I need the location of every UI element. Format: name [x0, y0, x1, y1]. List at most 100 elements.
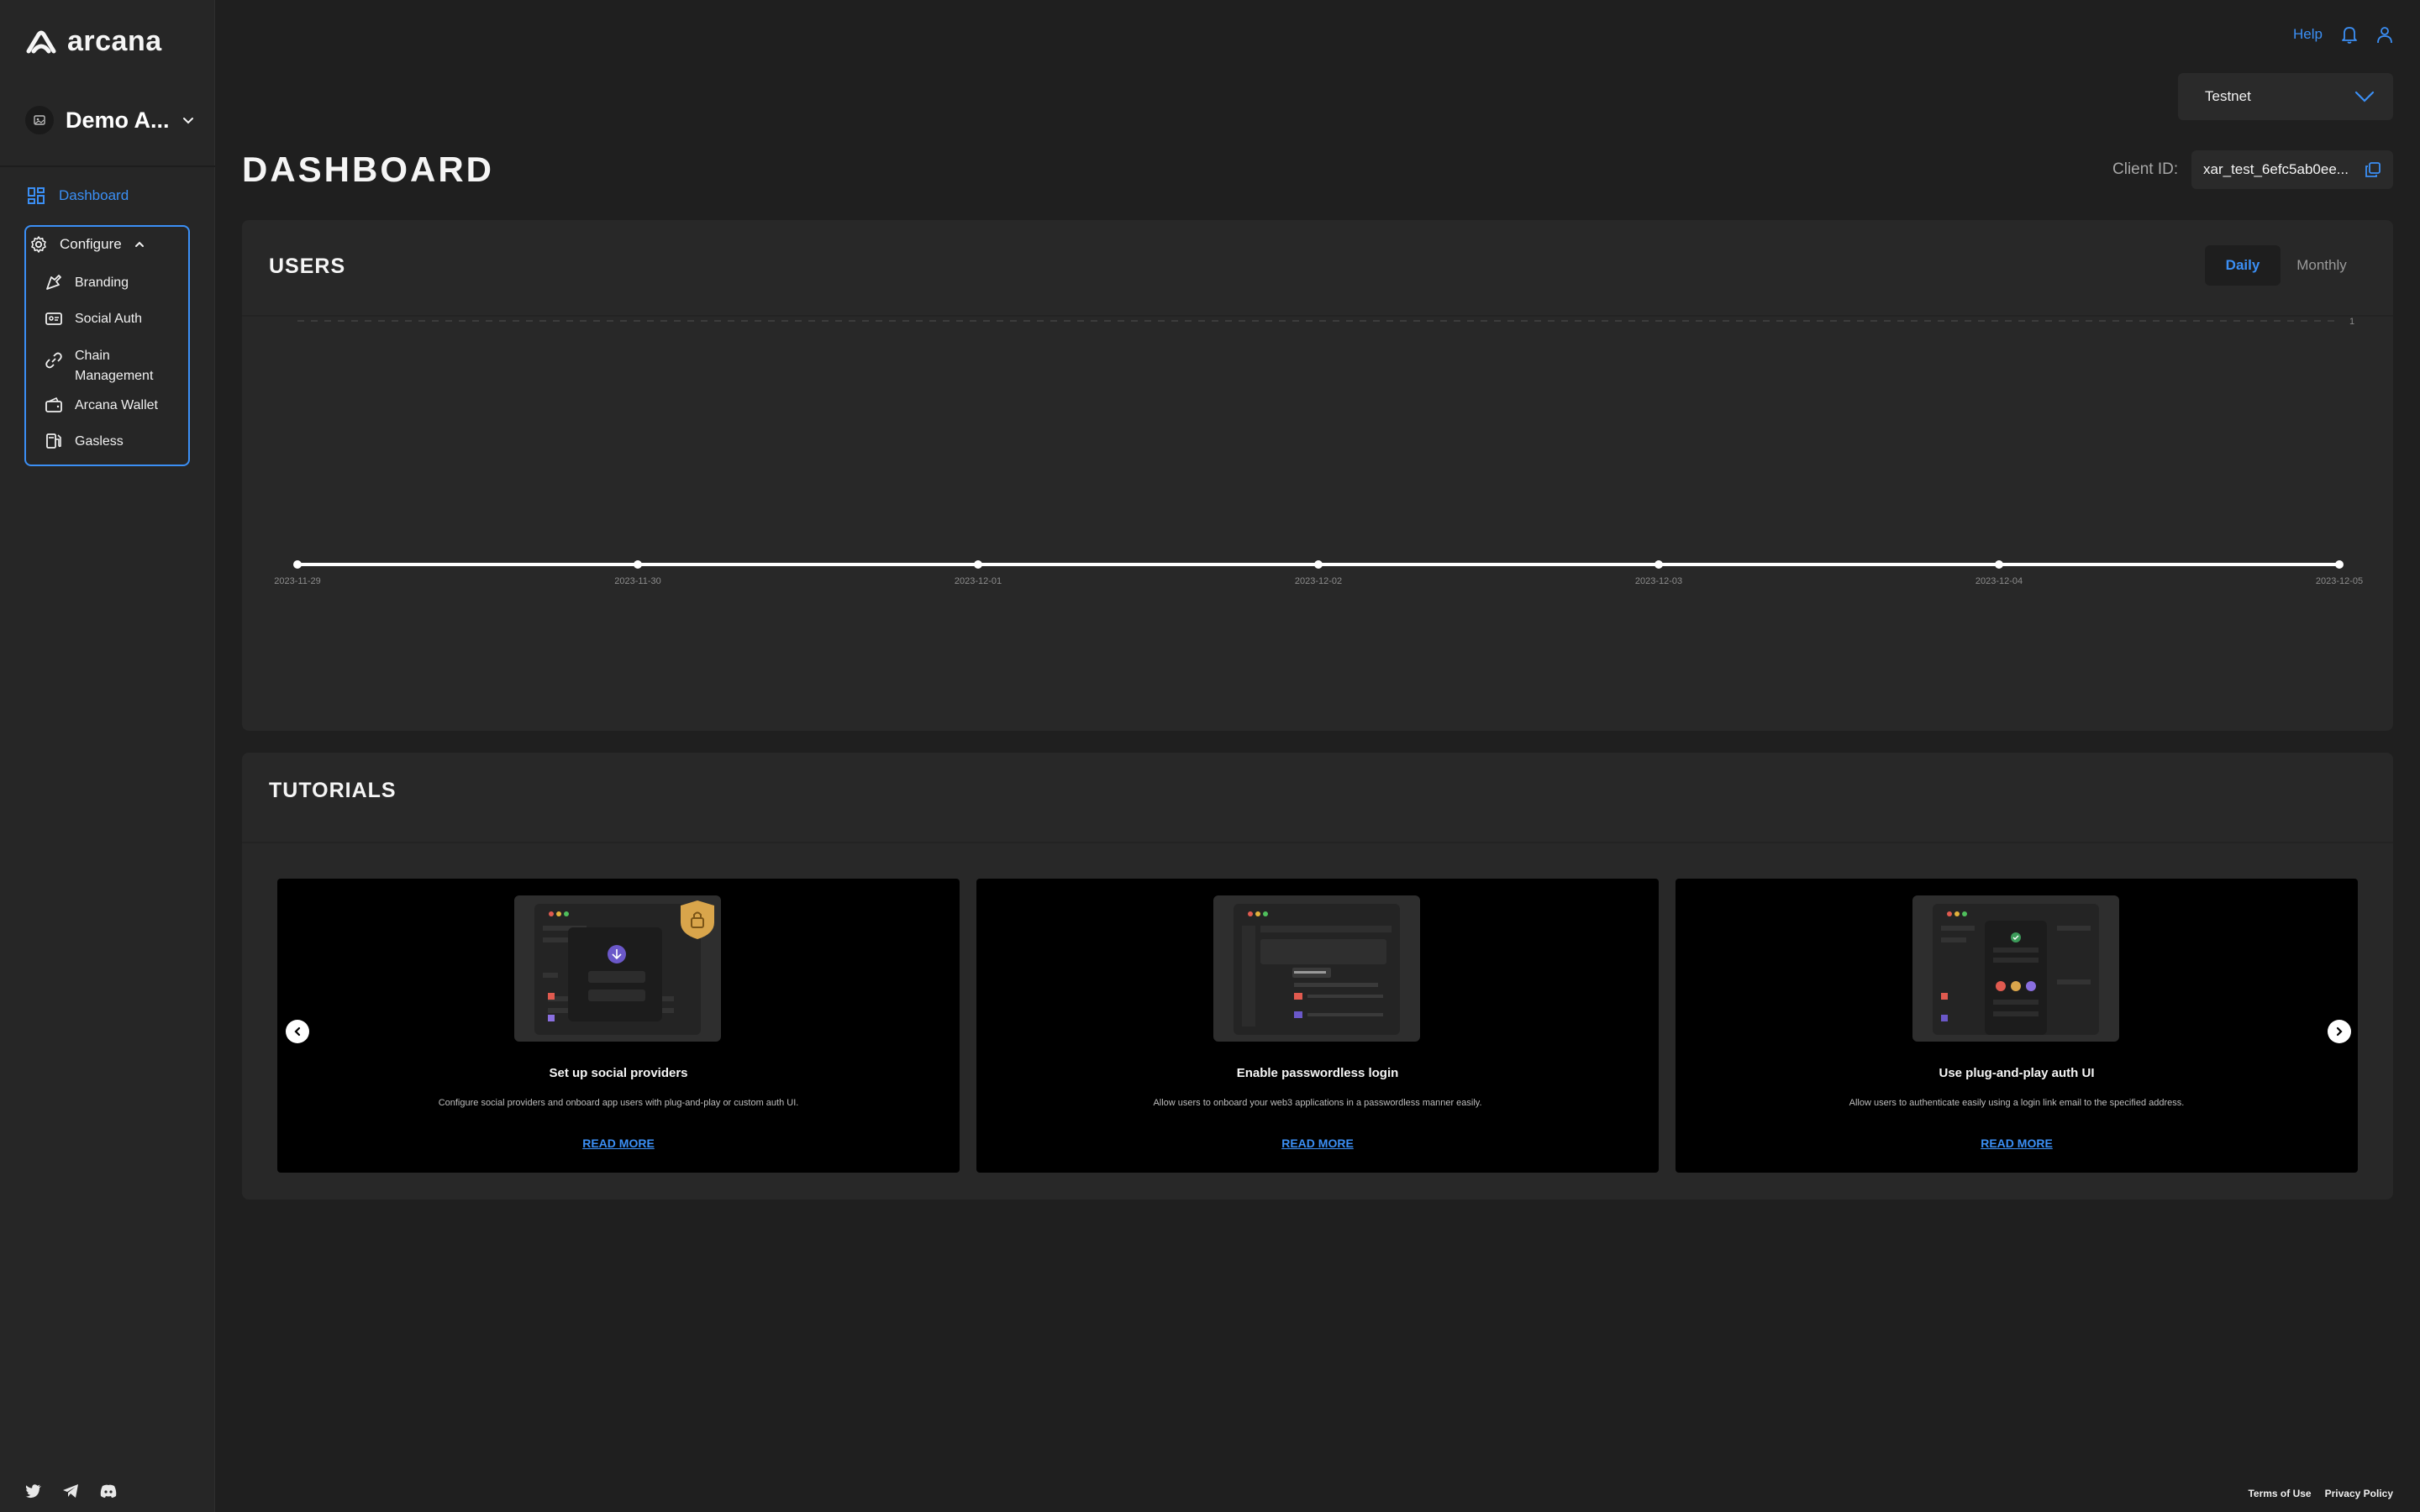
sidebar: arcana Demo A... Dashboard Configure Bra… — [0, 0, 215, 1512]
help-link[interactable]: Help — [2293, 26, 2323, 43]
tutorials-carousel: Set up social providers Configure social… — [277, 879, 2360, 1173]
terms-link[interactable]: Terms of Use — [2248, 1488, 2311, 1499]
chevron-down-icon — [2354, 91, 2375, 102]
sidebar-item-social-auth-label: Social Auth — [75, 312, 143, 326]
tutorial-thumbnail — [1213, 895, 1420, 1042]
app-image-icon — [34, 115, 45, 125]
passwordless-login-illustration — [1234, 904, 1400, 1035]
sidebar-item-dashboard-label: Dashboard — [59, 187, 129, 203]
carousel-next-button[interactable] — [2328, 1020, 2351, 1043]
sidebar-item-social-auth[interactable]: Social Auth — [45, 309, 142, 329]
x-tick-label: 2023-11-30 — [614, 576, 660, 586]
sidebar-item-gasless[interactable]: Gasless — [45, 432, 124, 452]
x-tick-label: 2023-12-05 — [2316, 576, 2363, 586]
dashboard-grid-icon — [28, 187, 45, 204]
tutorial-card-title: Use plug-and-play auth UI — [1939, 1066, 2095, 1080]
chevron-down-icon — [182, 118, 193, 124]
sidebar-item-chain-management-label: Chain Management — [75, 349, 154, 383]
sidebar-item-chain-management[interactable]: Chain Management — [45, 346, 167, 386]
page-title: DASHBOARD — [242, 150, 494, 189]
tutorial-card: Enable passwordless login Allow users to… — [976, 879, 1659, 1173]
client-id-field: xar_test_6efc5ab0ee... — [2191, 150, 2393, 189]
social-providers-illustration — [534, 900, 714, 1035]
sidebar-item-gasless-label: Gasless — [75, 434, 124, 449]
app-avatar — [25, 106, 54, 134]
data-point — [1314, 560, 1323, 569]
sidebar-item-arcana-wallet-label: Arcana Wallet — [75, 398, 158, 412]
read-more-link[interactable]: READ MORE — [976, 1137, 1659, 1150]
data-point — [1655, 560, 1663, 569]
gear-icon — [31, 236, 46, 253]
app-root: arcana Demo A... Dashboard Configure Bra… — [0, 0, 2420, 1512]
tutorial-card-description: Allow users to onboard your web3 applica… — [1153, 1098, 1482, 1108]
network-select[interactable]: Testnet — [2178, 73, 2393, 120]
sidebar-item-branding-label: Branding — [75, 276, 129, 290]
x-tick-label: 2023-12-01 — [955, 576, 1002, 586]
tutorial-card-description: Allow users to authenticate easily using… — [1849, 1098, 2185, 1108]
users-title: USERS — [269, 255, 346, 278]
data-point — [293, 560, 302, 569]
client-id-label: Client ID: — [2112, 160, 2179, 178]
client-id-value: xar_test_6efc5ab0ee... — [2203, 161, 2349, 177]
topbar: Help — [2293, 25, 2393, 44]
logo-text: arcana — [67, 25, 162, 57]
carousel-prev-button[interactable] — [286, 1020, 309, 1043]
fuel-icon — [46, 433, 61, 449]
x-tick-label: 2023-12-02 — [1295, 576, 1342, 586]
discord-icon[interactable] — [99, 1483, 118, 1499]
y-tick-label: 1 — [2349, 317, 2354, 327]
auth-ui-illustration — [1933, 904, 2099, 1035]
sidebar-item-branding[interactable]: Branding — [45, 273, 129, 293]
twitter-icon[interactable] — [25, 1483, 42, 1499]
tutorial-card-description: Configure social providers and onboard a… — [438, 1098, 799, 1108]
x-tick-label: 2023-11-29 — [274, 576, 320, 586]
read-more-link[interactable]: READ MORE — [277, 1137, 960, 1150]
privacy-link[interactable]: Privacy Policy — [2325, 1488, 2393, 1499]
chevron-left-icon — [294, 1026, 301, 1037]
tutorials-divider — [242, 842, 2393, 843]
sidebar-item-dashboard[interactable]: Dashboard — [27, 186, 129, 205]
data-point — [974, 560, 982, 569]
tutorial-card: Set up social providers Configure social… — [277, 879, 960, 1173]
x-tick-label: 2023-12-04 — [1975, 576, 2023, 586]
toggle-daily[interactable]: Daily — [2205, 245, 2281, 286]
users-chart: 1 2023-11-29 2023-11-30 2023-12-01 2023-12-0… — [274, 317, 2363, 586]
branding-icon — [46, 275, 61, 290]
tutorials-panel: TUTORIALS Set up social providers Config… — [242, 753, 2393, 1200]
users-panel: USERS Daily Monthly 1 2023-11-29 2023-11-3… — [242, 220, 2393, 731]
period-toggle: Daily Monthly — [2205, 245, 2360, 286]
data-point — [1995, 560, 2003, 569]
app-selector[interactable]: Demo A... — [25, 106, 195, 134]
tutorial-thumbnail — [1912, 895, 2119, 1042]
social-links — [25, 1483, 118, 1499]
configure-toggle[interactable]: Configure — [29, 235, 145, 254]
read-more-link[interactable]: READ MORE — [1676, 1137, 2358, 1150]
wallet-icon — [45, 396, 62, 412]
telegram-icon[interactable] — [62, 1483, 79, 1499]
chevron-right-icon — [2336, 1026, 2343, 1037]
user-icon[interactable] — [2376, 25, 2393, 44]
toggle-monthly[interactable]: Monthly — [2284, 245, 2360, 286]
app-name: Demo A... — [66, 107, 170, 133]
bell-icon[interactable] — [2341, 25, 2358, 44]
configure-label: Configure — [60, 236, 122, 252]
tutorials-title: TUTORIALS — [269, 779, 397, 802]
x-tick-label: 2023-12-03 — [1635, 576, 1682, 586]
data-point — [634, 560, 642, 569]
sidebar-divider — [0, 165, 215, 167]
configure-group: Configure Branding Social Auth Chain Man… — [24, 225, 190, 466]
chevron-up-icon — [134, 241, 144, 247]
tutorial-card-title: Set up social providers — [549, 1066, 688, 1080]
copy-icon[interactable] — [2365, 161, 2381, 178]
arcana-logo-icon — [26, 30, 56, 53]
tutorial-card-title: Enable passwordless login — [1236, 1066, 1399, 1080]
footer-links: Terms of Use Privacy Policy — [2248, 1488, 2393, 1499]
network-select-value: Testnet — [2205, 88, 2251, 104]
link-icon — [45, 352, 62, 369]
data-point — [2335, 560, 2344, 569]
tutorial-thumbnail — [514, 895, 721, 1042]
id-card-icon — [45, 312, 62, 325]
sidebar-item-arcana-wallet[interactable]: Arcana Wallet — [45, 396, 158, 416]
arcana-logo[interactable]: arcana — [25, 25, 162, 58]
tutorial-card: Use plug-and-play auth UI Allow users to… — [1676, 879, 2358, 1173]
